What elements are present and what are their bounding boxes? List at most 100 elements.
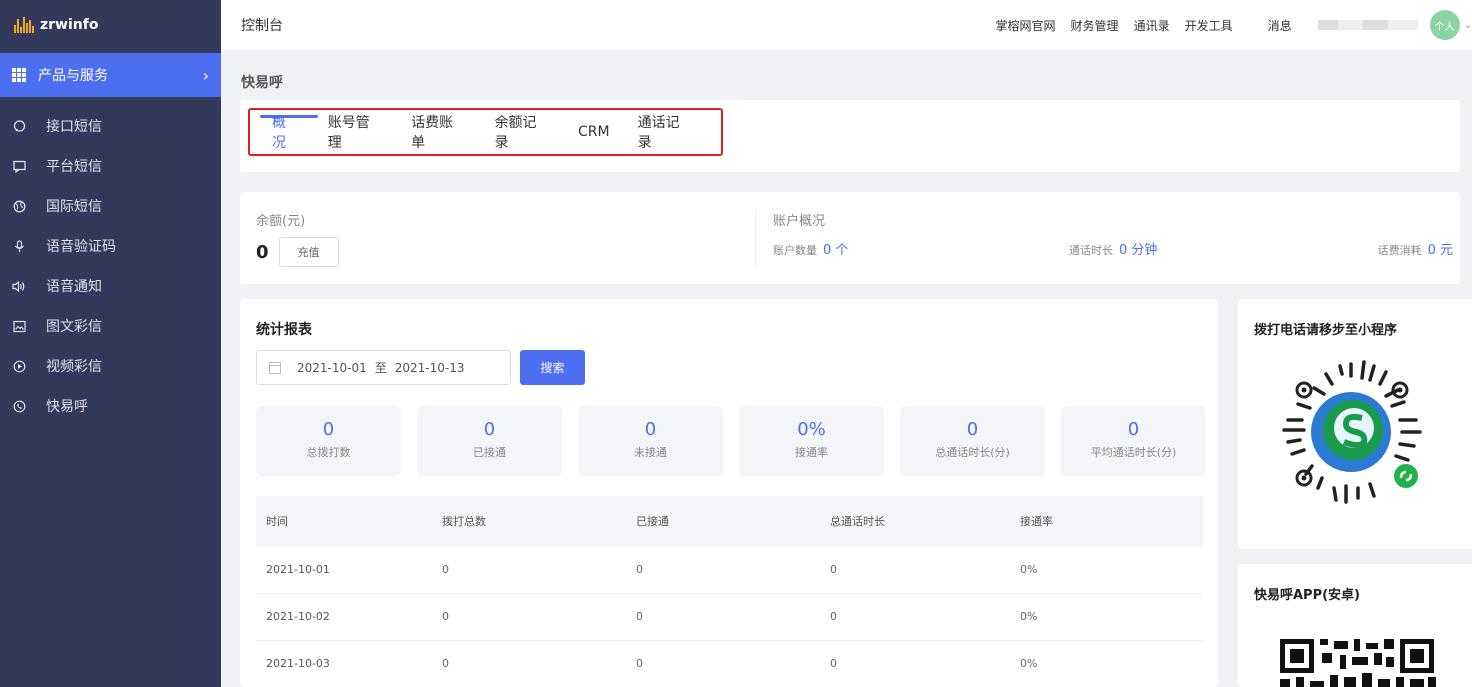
chevron-down-icon[interactable]: ⌄	[1464, 20, 1472, 31]
divider	[755, 210, 756, 266]
cell-duration: 0	[820, 593, 1010, 641]
sidebar-item-intl-sms[interactable]: 国际短信	[0, 186, 221, 226]
kpi-value: 0	[322, 419, 335, 440]
call-duration: 通话时长 0 分钟	[1069, 239, 1369, 258]
kpi-avg-duration: 0 平均通话时长(分)	[1061, 406, 1206, 476]
cell-rate: 0%	[1010, 546, 1203, 594]
sidebar-item-platform-sms[interactable]: 平台短信	[0, 146, 221, 186]
main-content: 快易呼 概况 账号管理 话费账单 余额记录 CRM 通话记录 余额(元) 0 充…	[221, 50, 1472, 687]
sidebar-item-label: 语音通知	[46, 279, 102, 295]
microphone-icon	[12, 239, 26, 253]
calendar-icon	[269, 361, 281, 374]
cell-rate: 0%	[1010, 593, 1203, 641]
tab-crm[interactable]: CRM	[578, 109, 610, 155]
sidebar-item-image-mms[interactable]: 图文彩信	[0, 306, 221, 346]
cell-total: 0	[432, 546, 626, 594]
col-total-calls: 拨打总数	[432, 496, 626, 546]
tabs-highlight-box: 概况 账号管理 话费账单 余额记录 CRM 通话记录	[248, 108, 723, 156]
kpi-label: 总通话时长(分)	[935, 446, 1010, 459]
phone-circle-icon	[12, 399, 26, 413]
account-overview: 账户概况 账户数量 0 个 通话时长 0 分钟 话费消耗 0 元	[773, 210, 1453, 258]
kpi-total-duration: 0 总通话时长(分)	[900, 406, 1045, 476]
sidebar-item-api-sms[interactable]: 接口短信	[0, 106, 221, 146]
top-links: 掌榕网官网 财务管理 通讯录 开发工具 消息 个人 ⌄	[996, 0, 1472, 50]
tab-call-records[interactable]: 通话记录	[638, 109, 693, 155]
date-from[interactable]: 2021-10-01	[297, 361, 367, 375]
username-blurred	[1317, 20, 1418, 30]
sidebar-item-label: 平台短信	[46, 159, 102, 175]
logo-icon	[14, 17, 34, 33]
brand-logo[interactable]: zrwinfo	[0, 0, 221, 50]
table-header-row: 时间 拨打总数 已接通 总通话时长 接通率	[256, 496, 1203, 546]
tab-balance-records[interactable]: 余额记录	[495, 109, 550, 155]
recharge-button[interactable]: 充值	[278, 237, 339, 267]
table-row: 2021-10-03 0 0 0 0%	[256, 640, 1203, 687]
kpi-label: 未接通	[634, 446, 667, 459]
sidebar-item-label: 快易呼	[46, 399, 88, 415]
tab-account-management[interactable]: 账号管理	[328, 109, 383, 155]
kpi-label: 总拨打数	[306, 446, 351, 459]
kpi-row: 0 总拨打数 0 已接通 0 未接通 0% 接通率 0 总通话时长(分) 0 平均通话时长(…	[256, 406, 1206, 476]
col-total-duration: 总通话时长	[820, 496, 1010, 546]
kpi-value: 0	[644, 419, 657, 440]
kpi-label: 平均通话时长(分)	[1090, 446, 1177, 459]
kpi-value: 0%	[797, 419, 826, 440]
cell-connected: 0	[626, 546, 820, 594]
table-row: 2021-10-02 0 0 0 0%	[256, 593, 1203, 641]
table-row: 2021-10-01 0 0 0 0%	[256, 546, 1203, 594]
sidebar-group-products[interactable]: 产品与服务 ›	[0, 53, 221, 97]
kpi-not-connected: 0 未接通	[578, 406, 723, 476]
call-duration-label: 通话时长	[1069, 244, 1113, 257]
cell-connected: 0	[626, 593, 820, 641]
speaker-icon	[12, 279, 26, 293]
kpi-connected: 0 已接通	[417, 406, 562, 476]
search-button[interactable]: 搜索	[520, 350, 585, 385]
link-contacts[interactable]: 通讯录	[1134, 17, 1170, 34]
sidebar-item-video-mms[interactable]: 视频彩信	[0, 346, 221, 386]
app-qr-code[interactable]	[1280, 639, 1440, 687]
account-count-label: 账户数量	[773, 244, 817, 257]
cell-rate: 0%	[1010, 640, 1203, 687]
cell-duration: 0	[820, 546, 1010, 594]
chevron-right-icon: ›	[202, 65, 209, 85]
miniprogram-qr-code[interactable]	[1274, 354, 1429, 509]
cost: 话费消耗 0 元	[1378, 239, 1453, 258]
stats-table: 时间 拨打总数 已接通 总通话时长 接通率 2021-10-01 0 0 0 0…	[256, 496, 1203, 687]
kpi-value: 0	[1127, 419, 1140, 440]
sidebar: zrwinfo 产品与服务 › 接口短信 平台短信 国际短信 语音验证码 语音通…	[0, 0, 221, 687]
link-messages[interactable]: 消息	[1268, 17, 1292, 34]
cell-date: 2021-10-01	[256, 546, 432, 594]
balance-value: 0	[256, 241, 269, 263]
message-icon	[12, 159, 26, 173]
kpi-value: 0	[483, 419, 496, 440]
sidebar-item-label: 接口短信	[46, 119, 102, 135]
cell-date: 2021-10-03	[256, 640, 432, 687]
call-duration-value: 0 分钟	[1119, 243, 1158, 258]
balance-label: 余额(元)	[256, 214, 306, 229]
link-dev-tools[interactable]: 开发工具	[1185, 17, 1233, 34]
tab-phone-bill[interactable]: 话费账单	[411, 109, 466, 155]
play-icon	[12, 359, 26, 373]
miniprogram-card: 拨打电话请移步至小程序	[1238, 299, 1472, 549]
kpi-connect-rate: 0% 接通率	[739, 406, 884, 476]
balance-card: 余额(元) 0 充值 账户概况 账户数量 0 个 通话时长 0 分钟 话费消耗 0 元	[240, 192, 1460, 284]
sidebar-item-voice-code[interactable]: 语音验证码	[0, 226, 221, 266]
sidebar-item-label: 图文彩信	[46, 319, 102, 335]
col-connect-rate: 接通率	[1010, 496, 1203, 546]
link-official-site[interactable]: 掌榕网官网	[996, 17, 1056, 34]
avatar[interactable]: 个人	[1429, 10, 1460, 40]
image-icon	[12, 319, 26, 333]
sidebar-item-kuaiyihu[interactable]: 快易呼	[0, 386, 221, 426]
report-card: 统计报表 2021-10-01 至 2021-10-13 搜索 0 总拨打数 0已…	[240, 299, 1218, 687]
cell-total: 0	[432, 593, 626, 641]
sidebar-item-voice-notice[interactable]: 语音通知	[0, 266, 221, 306]
cell-total: 0	[432, 640, 626, 687]
tab-overview[interactable]: 概况	[260, 109, 318, 155]
cell-duration: 0	[820, 640, 1010, 687]
col-time: 时间	[256, 496, 432, 546]
date-range-picker[interactable]: 2021-10-01 至 2021-10-13	[256, 350, 511, 385]
sidebar-item-label: 国际短信	[46, 199, 102, 215]
date-to[interactable]: 2021-10-13	[395, 361, 465, 375]
tabs-card: 概况 账号管理 话费账单 余额记录 CRM 通话记录	[240, 100, 1460, 172]
link-finance[interactable]: 财务管理	[1071, 17, 1119, 34]
